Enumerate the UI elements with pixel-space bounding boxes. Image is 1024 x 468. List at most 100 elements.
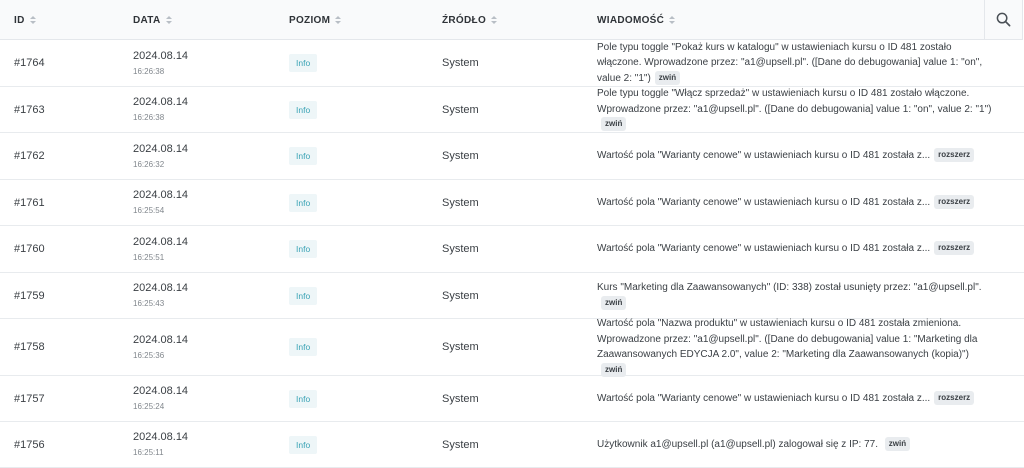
level-badge: Info <box>289 338 318 356</box>
message-toggle-button[interactable]: zwiń <box>884 436 911 451</box>
row-date-day: 2024.08.14 <box>133 49 189 62</box>
message-toggle-button[interactable]: zwiń <box>601 117 627 132</box>
row-message: Wartość pola "Warianty cenowe" w ustawie… <box>597 226 994 272</box>
row-id: #1756 <box>14 438 45 451</box>
message-toggle-button[interactable]: rozszerz <box>934 390 975 405</box>
row-date: 2024.08.14 16:25:51 <box>133 226 188 272</box>
table-row: #1760 2024.08.14 16:25:51 Info System Wartość… <box>0 226 1024 273</box>
row-message: Kurs "Marketing dla Zaawansowanych" (ID:… <box>597 273 994 318</box>
row-date: 2024.08.14 16:26:38 <box>133 87 188 132</box>
level-badge: Info <box>289 100 318 119</box>
row-source: System <box>442 341 479 353</box>
row-message: Użytkownik a1@upsell.pl (a1@upsell.pl) z… <box>597 422 994 467</box>
row-source: System <box>442 103 479 116</box>
row-message: Wartość pola "Nazwa produktu" w ustawien… <box>597 318 994 377</box>
row-message: Pole typu toggle "Włącz sprzedaż" w usta… <box>597 87 994 132</box>
message-text: Wartość pola "Warianty cenowe" w ustawie… <box>597 392 931 404</box>
level-badge: Info <box>289 240 318 258</box>
table-row: #1757 2024.08.14 16:25:24 Info System Wartość… <box>0 376 1024 422</box>
table-row: #1759 2024.08.14 16:25:43 Info System Kurs "M… <box>0 273 1024 319</box>
row-date-time: 16:25:24 <box>133 402 165 411</box>
row-id: #1758 <box>14 341 45 353</box>
column-header-source-label: ŹRÓDŁO <box>442 14 487 26</box>
column-header-date-label: DATA <box>133 14 161 26</box>
row-level: Info <box>289 376 318 421</box>
row-message: Wartość pola "Warianty cenowe" w ustawie… <box>597 133 994 179</box>
row-message: Wartość pola "Warianty cenowe" w ustawie… <box>597 180 994 225</box>
table-row: #1764 2024.08.14 16:26:38 Info System Pole ty… <box>0 40 1024 87</box>
row-date-day: 2024.08.14 <box>133 282 189 294</box>
row-level: Info <box>289 319 318 375</box>
message-toggle-button[interactable]: rozszerz <box>934 148 975 163</box>
row-source: System <box>442 57 479 69</box>
message-toggle-button[interactable]: rozszerz <box>934 241 975 256</box>
column-header-message[interactable]: WIADOMOŚĆ <box>597 0 676 40</box>
row-date-time: 16:26:38 <box>133 113 165 122</box>
row-id: #1759 <box>14 289 45 302</box>
row-id: #1757 <box>14 392 45 405</box>
message-toggle-button[interactable]: zwiń <box>601 362 627 377</box>
search-button[interactable] <box>984 0 1021 39</box>
message-text: Wartość pola "Nazwa produktu" w ustawien… <box>597 318 978 360</box>
table-row: #1761 2024.08.14 16:25:54 Info System Wartość… <box>0 180 1024 226</box>
row-id: #1760 <box>14 243 45 255</box>
table-row: #1756 2024.08.14 16:25:11 Info System Użytkow… <box>0 422 1024 468</box>
row-date-time: 16:25:11 <box>133 448 164 457</box>
row-level: Info <box>289 87 318 132</box>
sort-icon <box>335 16 342 24</box>
row-level: Info <box>289 40 318 86</box>
table-row: #1763 2024.08.14 16:26:38 Info System Pole ty… <box>0 87 1024 133</box>
sort-icon <box>165 16 172 24</box>
table-header: ID DATA POZIOM ŹRÓDŁO WIADOMOŚĆ <box>0 0 1023 40</box>
row-date-day: 2024.08.14 <box>133 96 189 108</box>
row-date-day: 2024.08.14 <box>133 189 189 201</box>
table-row: #1758 2024.08.14 16:25:36 Info System Wartość… <box>0 318 1024 377</box>
message-toggle-button[interactable]: zwiń <box>654 70 681 85</box>
row-level: Info <box>289 133 318 179</box>
row-date: 2024.08.14 16:26:32 <box>133 133 188 179</box>
level-badge: Info <box>289 193 318 212</box>
message-text: Użytkownik a1@upsell.pl (a1@upsell.pl) z… <box>597 438 881 450</box>
column-header-date[interactable]: DATA <box>133 0 172 40</box>
sort-icon <box>491 16 498 24</box>
message-text: Wartość pola "Warianty cenowe" w ustawie… <box>597 243 931 255</box>
column-header-id-label: ID <box>14 14 25 26</box>
row-date: 2024.08.14 16:25:24 <box>133 376 188 421</box>
level-badge: Info <box>289 286 318 305</box>
column-header-level-label: POZIOM <box>289 14 331 26</box>
log-table: ID DATA POZIOM ŹRÓDŁO WIADOMOŚĆ #1764 202… <box>0 0 1024 468</box>
message-text: Pole typu toggle "Włącz sprzedaż" w usta… <box>597 88 992 115</box>
row-level: Info <box>289 226 318 272</box>
row-date-day: 2024.08.14 <box>133 385 189 397</box>
search-icon <box>996 12 1010 27</box>
row-date-day: 2024.08.14 <box>133 235 189 248</box>
row-level: Info <box>289 422 318 467</box>
row-level: Info <box>289 180 318 225</box>
column-header-id[interactable]: ID <box>14 0 36 40</box>
column-header-source[interactable]: ŹRÓDŁO <box>442 0 498 40</box>
level-badge: Info <box>289 435 318 454</box>
row-date-time: 16:26:38 <box>133 66 165 76</box>
level-badge: Info <box>289 54 318 72</box>
row-date: 2024.08.14 16:25:43 <box>133 273 188 318</box>
row-level: Info <box>289 273 318 318</box>
sort-icon <box>29 16 36 24</box>
level-badge: Info <box>289 147 318 165</box>
row-date-day: 2024.08.14 <box>133 333 189 346</box>
row-source: System <box>442 243 479 255</box>
row-date: 2024.08.14 16:25:36 <box>133 319 188 375</box>
level-badge: Info <box>289 389 318 408</box>
message-toggle-button[interactable]: rozszerz <box>934 194 975 209</box>
row-date-day: 2024.08.14 <box>133 431 189 443</box>
row-date-time: 16:25:51 <box>133 252 165 262</box>
row-source: System <box>442 438 479 451</box>
message-text: Wartość pola "Warianty cenowe" w ustawie… <box>597 150 931 162</box>
sort-icon <box>669 16 676 24</box>
message-text: Wartość pola "Warianty cenowe" w ustawie… <box>597 196 931 208</box>
message-toggle-button[interactable]: zwiń <box>601 295 627 310</box>
column-header-level[interactable]: POZIOM <box>289 0 342 40</box>
row-id: #1763 <box>14 103 45 116</box>
row-source: System <box>442 392 479 405</box>
row-source: System <box>442 196 479 209</box>
row-date-time: 16:25:43 <box>133 299 165 308</box>
